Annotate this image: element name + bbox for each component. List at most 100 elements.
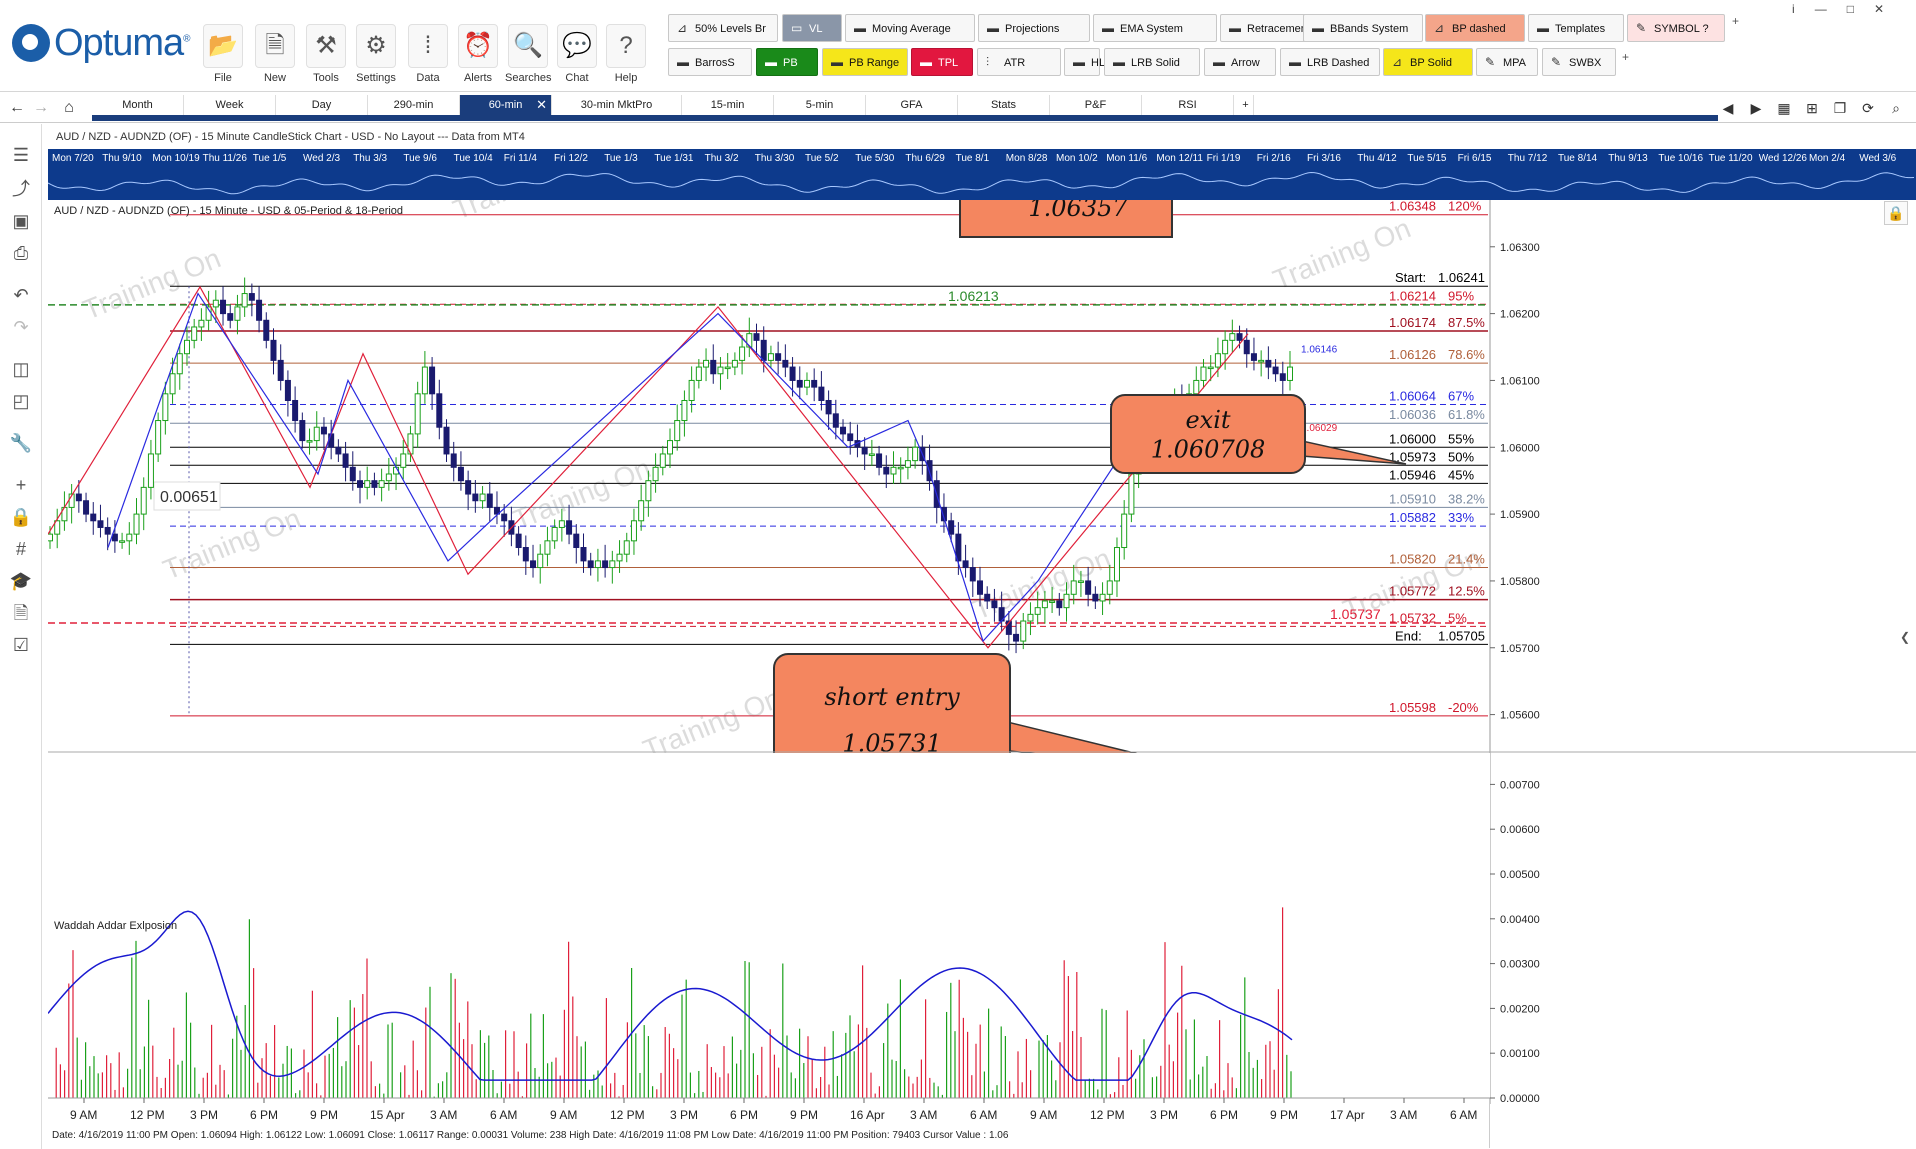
tab-close-icon[interactable]: ✕	[536, 95, 547, 115]
plugin-moving-average[interactable]: ▬ Moving Average	[845, 14, 975, 42]
tab-stats[interactable]: Stats	[958, 95, 1050, 115]
plugin-hls[interactable]: ▬ HLs	[1064, 48, 1111, 76]
grid-tool-icon[interactable]: #	[6, 534, 36, 564]
plugin-pb-range[interactable]: ▬ PB Range	[822, 48, 908, 76]
plugin-lrb-dashed[interactable]: ▬ LRB Dashed	[1280, 48, 1380, 76]
tab-gfa[interactable]: GFA	[866, 95, 958, 115]
plugin-vl[interactable]: ▭ VL	[782, 14, 842, 42]
chart-icon[interactable]: ◫	[6, 354, 36, 384]
tab-30-min-mktpro[interactable]: 30-min MktPro	[552, 95, 682, 115]
home-icon[interactable]: ⌂	[58, 97, 80, 119]
file-button[interactable]: 📂 File	[200, 24, 246, 86]
initial-stop-callout[interactable]: intitial stop1.06357	[959, 200, 1173, 238]
overview-navigator[interactable]: Mon 7/20 Thu 9/10 Mon 10/19 Thu 11/26 Tue 1/…	[47, 149, 1916, 200]
open-icon[interactable]: ⤴	[6, 174, 36, 204]
window-control-2[interactable]: □	[1847, 2, 1874, 16]
callout-line-2: 1.06357	[1028, 200, 1128, 222]
window-control-0[interactable]: i	[1792, 2, 1815, 16]
grid-icon[interactable]: ⊞	[1800, 96, 1824, 120]
plugin-bbands-system[interactable]: ▬ BBands System	[1303, 14, 1423, 42]
searches-button[interactable]: 🔍 Searches	[505, 24, 551, 86]
tab-day[interactable]: Day	[276, 95, 368, 115]
document-icon[interactable]: 🗎	[6, 598, 36, 628]
checklist-icon[interactable]: ☑	[6, 630, 36, 660]
add-tab-icon[interactable]: +	[1238, 95, 1254, 115]
candle-body	[904, 460, 911, 468]
window-control-1[interactable]: —	[1815, 2, 1847, 16]
refresh-icon[interactable]: ⟳	[1856, 96, 1880, 120]
wrench-icon[interactable]: 🔧	[6, 428, 36, 458]
tools-button[interactable]: ⚒ Tools	[303, 24, 349, 86]
fib-level-pct: 87.5%	[1448, 315, 1485, 330]
help-button[interactable]: ? Help	[603, 24, 649, 86]
tab-5-min[interactable]: 5-min	[774, 95, 866, 115]
forward-arrow-icon[interactable]: →	[30, 97, 52, 119]
candle-body	[861, 446, 868, 455]
tab-290-min[interactable]: 290-min	[368, 95, 460, 115]
price-chart[interactable]: Training OnTraining OnTraining OnTrainin…	[48, 200, 1916, 1148]
new-button[interactable]: 🗎 New	[252, 24, 298, 86]
add-plugin-icon[interactable]: +	[1622, 50, 1629, 64]
plugin-templates[interactable]: ▬ Templates	[1528, 14, 1624, 42]
tab-week[interactable]: Week	[184, 95, 276, 115]
expand-arrow-icon[interactable]: ❮	[1900, 630, 1910, 644]
plugin-lrb-solid[interactable]: ▬ LRB Solid	[1104, 48, 1200, 76]
candle-body	[1265, 359, 1272, 368]
tab-next-icon[interactable]: ▶	[1744, 96, 1768, 120]
layout-icon[interactable]: ▦	[1772, 96, 1796, 120]
candle-body	[342, 453, 349, 468]
add-plugin-icon[interactable]: +	[1732, 14, 1739, 28]
tab-15-min[interactable]: 15-min	[682, 95, 774, 115]
plugin-bp-solid[interactable]: ⊿ BP Solid	[1383, 48, 1473, 76]
candle-body	[126, 533, 133, 542]
data-button[interactable]: ⁞ Data	[405, 24, 451, 86]
x-tick-label: 12 PM	[1090, 1108, 1125, 1122]
fib-level-price: 1.06000	[1389, 431, 1436, 446]
candle-body	[119, 540, 126, 543]
tab-label: Month	[122, 99, 153, 111]
plugin-atr[interactable]: ⫶ ATR	[977, 48, 1061, 76]
folder-icon: ▬	[677, 55, 689, 69]
x-tick-label: 12 PM	[610, 1108, 645, 1122]
lock-icon[interactable]: 🔒	[6, 502, 36, 532]
timeframe-tab-bar: ← → ⌂ Month Week Day 290-min 60-min ✕ 30-min M…	[0, 93, 1916, 123]
plugin-arrow[interactable]: ▬ Arrow	[1204, 48, 1276, 76]
plugin-projections[interactable]: ▬ Projections	[978, 14, 1090, 42]
back-arrow-icon[interactable]: ←	[6, 97, 28, 119]
plugin-tpl[interactable]: ▬ TPL	[911, 48, 973, 76]
plugin-mpa[interactable]: ✎ MPA	[1476, 48, 1538, 76]
redo-icon[interactable]: ↷	[6, 312, 36, 342]
undo-icon[interactable]: ↶	[6, 280, 36, 310]
chat-bubble-icon: 💬	[557, 24, 597, 68]
student-icon[interactable]: 🎓	[6, 566, 36, 596]
tab-month[interactable]: Month	[92, 95, 184, 115]
copy-icon[interactable]: ❐	[1828, 96, 1852, 120]
settings-button[interactable]: ⚙ Settings	[353, 24, 399, 86]
multi-chart-icon[interactable]: ◰	[6, 386, 36, 416]
window-control-3[interactable]: ✕	[1874, 2, 1904, 16]
plugin-bp-dashed[interactable]: ⊿ BP dashed	[1425, 14, 1525, 42]
tab-p-f[interactable]: P&F	[1050, 95, 1142, 115]
plugin-50-levels-br[interactable]: ⊿ 50% Levels Br	[668, 14, 778, 42]
zoom-icon[interactable]: ⌕	[1884, 96, 1908, 120]
plugin-barross[interactable]: ▬ BarrosS	[668, 48, 752, 76]
alerts-button[interactable]: ⏰ Alerts	[455, 24, 501, 86]
chart-lock-icon[interactable]: 🔒	[1884, 201, 1908, 225]
crosshair-icon[interactable]: +	[6, 470, 36, 500]
overview-chart[interactable]: Mon 7/20 Thu 9/10 Mon 10/19 Thu 11/26 Tue 1/…	[47, 149, 1916, 200]
chat-button[interactable]: 💬 Chat	[554, 24, 600, 86]
x-tick-label: 9 PM	[310, 1108, 338, 1122]
plugin-pb[interactable]: ▬ PB	[756, 48, 818, 76]
tab-60-min[interactable]: 60-min ✕	[460, 95, 552, 115]
plugin-swbx[interactable]: ✎ SWBX	[1542, 48, 1616, 76]
plugin-symbol-[interactable]: ✎ SYMBOL ?	[1627, 14, 1725, 42]
plugin-ema-system[interactable]: ▬ EMA System	[1093, 14, 1217, 42]
list-icon[interactable]: ☰	[6, 140, 36, 170]
small-red-label: 1.06029	[1301, 423, 1338, 434]
save-icon[interactable]: ▣	[6, 206, 36, 236]
overview-date: Tue 10/4	[454, 153, 494, 164]
pencil-icon: ✎	[1551, 55, 1562, 69]
print-icon[interactable]: ⎙	[6, 238, 36, 268]
tab-rsi[interactable]: RSI	[1142, 95, 1234, 115]
tab-prev-icon[interactable]: ◀	[1716, 96, 1740, 120]
